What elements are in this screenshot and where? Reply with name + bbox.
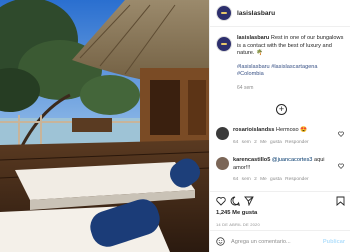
- post-photo[interactable]: [0, 0, 209, 252]
- comment-text: Hermoso 😍: [275, 127, 308, 133]
- plus-circle-icon: +: [278, 104, 285, 114]
- caption-body: lasislasbaru Rest in one of our bungalow…: [237, 35, 344, 93]
- comment-mention[interactable]: @juancacortes3: [272, 157, 313, 163]
- comment-username[interactable]: rosarioislandss: [233, 127, 274, 133]
- comment-meta[interactable]: 64 sem 2 Me gusta Responder: [233, 139, 331, 147]
- comment-body: rosarioislandss Hermoso 😍 64 sem 2 Me gu…: [233, 127, 331, 146]
- heart-icon[interactable]: [216, 196, 226, 206]
- post-date: 14 DE ABRIL DE 2020: [216, 222, 260, 227]
- comment-avatar[interactable]: [216, 157, 229, 170]
- username-link[interactable]: lasislasbaru: [237, 10, 275, 17]
- caption-hashtags[interactable]: #lasislasbaru #lasislascartagena #Colomb…: [237, 64, 344, 79]
- comment-icon[interactable]: [230, 196, 240, 206]
- load-more-comments-button[interactable]: +: [276, 104, 287, 115]
- likes-count[interactable]: 1,245 Me gusta: [216, 210, 257, 216]
- comment-avatar[interactable]: [216, 127, 229, 140]
- share-icon[interactable]: [244, 196, 254, 206]
- action-bar: [210, 191, 350, 206]
- caption: lasislasbaru Rest in one of our bungalow…: [210, 27, 350, 93]
- caption-avatar[interactable]: [216, 36, 232, 52]
- comment-body: karencastillo5 @juancacortes3 aqui amor!…: [233, 157, 331, 184]
- heart-icon[interactable]: [338, 131, 344, 137]
- post-details-panel: lasislasbaru lasislasbaru Rest in one of…: [209, 0, 350, 252]
- publish-button[interactable]: Publicar: [323, 239, 345, 245]
- comment-item: karencastillo5 @juancacortes3 aqui amor!…: [216, 157, 344, 184]
- heart-icon[interactable]: [338, 163, 344, 169]
- comment-meta[interactable]: 64 sem 2 Me gusta Responder: [233, 176, 331, 184]
- comment-item: rosarioislandss Hermoso 😍 64 sem 2 Me gu…: [216, 127, 344, 146]
- bookmark-icon[interactable]: [336, 196, 345, 206]
- caption-time: 64 sem: [237, 84, 254, 91]
- comment-username[interactable]: karencastillo5: [233, 157, 270, 163]
- post-header: lasislasbaru: [210, 0, 350, 27]
- emoji-icon[interactable]: [216, 237, 225, 246]
- bungalow-image: [0, 0, 209, 252]
- caption-username[interactable]: lasislasbaru: [237, 35, 269, 41]
- comment-input[interactable]: [231, 238, 311, 245]
- comment-composer: Publicar: [210, 230, 350, 252]
- avatar[interactable]: [216, 5, 232, 21]
